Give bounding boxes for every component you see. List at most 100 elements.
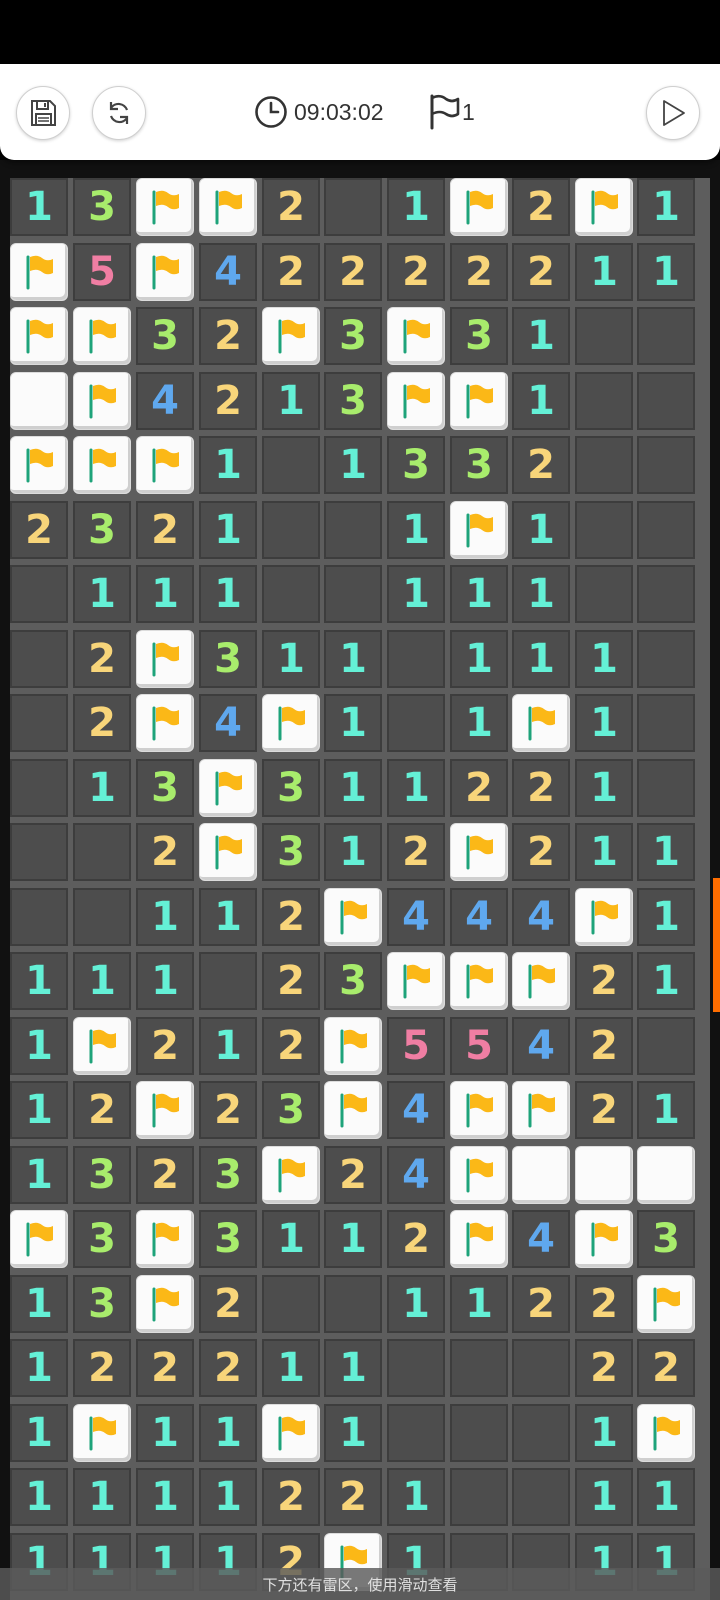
empty-cell[interactable]	[387, 1339, 445, 1397]
flagged-cell[interactable]	[324, 1081, 382, 1139]
flagged-cell[interactable]	[324, 1017, 382, 1075]
number-cell[interactable]: 1	[199, 1404, 257, 1462]
empty-cell[interactable]	[387, 630, 445, 688]
flagged-cell[interactable]	[450, 823, 508, 881]
number-cell[interactable]: 2	[136, 501, 194, 559]
empty-cell[interactable]	[10, 888, 68, 946]
number-cell[interactable]: 1	[512, 630, 570, 688]
number-cell[interactable]: 1	[637, 952, 695, 1010]
number-cell[interactable]: 1	[324, 436, 382, 494]
number-cell[interactable]: 4	[387, 1146, 445, 1204]
number-cell[interactable]: 1	[10, 1339, 68, 1397]
number-cell[interactable]: 2	[136, 1017, 194, 1075]
empty-cell[interactable]	[512, 1339, 570, 1397]
flagged-cell[interactable]	[10, 243, 68, 301]
number-cell[interactable]: 1	[575, 243, 633, 301]
scroll-indicator[interactable]	[713, 878, 720, 1012]
empty-cell[interactable]	[73, 823, 131, 881]
number-cell[interactable]: 2	[262, 243, 320, 301]
number-cell[interactable]: 1	[199, 436, 257, 494]
empty-cell[interactable]	[73, 888, 131, 946]
refresh-button[interactable]	[92, 86, 146, 140]
number-cell[interactable]: 1	[262, 1210, 320, 1268]
empty-cell[interactable]	[262, 436, 320, 494]
empty-cell[interactable]	[575, 565, 633, 623]
flagged-cell[interactable]	[10, 436, 68, 494]
flagged-cell[interactable]	[136, 178, 194, 236]
empty-cell[interactable]	[10, 565, 68, 623]
number-cell[interactable]: 2	[73, 694, 131, 752]
number-cell[interactable]: 1	[637, 1468, 695, 1526]
number-cell[interactable]: 1	[324, 1404, 382, 1462]
flagged-cell[interactable]	[450, 952, 508, 1010]
flagged-cell[interactable]	[450, 1146, 508, 1204]
flagged-cell[interactable]	[512, 694, 570, 752]
number-cell[interactable]: 1	[387, 501, 445, 559]
empty-cell[interactable]	[450, 1404, 508, 1462]
flagged-cell[interactable]	[637, 1404, 695, 1462]
number-cell[interactable]: 3	[387, 436, 445, 494]
number-cell[interactable]: 4	[387, 1081, 445, 1139]
empty-cell[interactable]	[324, 178, 382, 236]
empty-cell[interactable]	[262, 565, 320, 623]
empty-cell[interactable]	[637, 630, 695, 688]
covered-cell[interactable]	[575, 1146, 633, 1204]
number-cell[interactable]: 4	[450, 888, 508, 946]
number-cell[interactable]: 1	[512, 501, 570, 559]
flagged-cell[interactable]	[450, 372, 508, 430]
empty-cell[interactable]	[512, 1404, 570, 1462]
number-cell[interactable]: 3	[73, 1146, 131, 1204]
number-cell[interactable]: 2	[387, 1210, 445, 1268]
number-cell[interactable]: 2	[199, 307, 257, 365]
empty-cell[interactable]	[324, 501, 382, 559]
number-cell[interactable]: 1	[10, 1468, 68, 1526]
number-cell[interactable]: 2	[575, 1017, 633, 1075]
number-cell[interactable]: 2	[450, 243, 508, 301]
number-cell[interactable]: 2	[73, 630, 131, 688]
play-button[interactable]	[646, 86, 700, 140]
number-cell[interactable]: 2	[199, 1339, 257, 1397]
number-cell[interactable]: 2	[512, 436, 570, 494]
number-cell[interactable]: 4	[512, 1017, 570, 1075]
flagged-cell[interactable]	[450, 178, 508, 236]
number-cell[interactable]: 2	[387, 243, 445, 301]
empty-cell[interactable]	[10, 694, 68, 752]
number-cell[interactable]: 1	[387, 759, 445, 817]
flagged-cell[interactable]	[73, 1017, 131, 1075]
flagged-cell[interactable]	[262, 694, 320, 752]
flagged-cell[interactable]	[512, 1081, 570, 1139]
number-cell[interactable]: 1	[575, 823, 633, 881]
number-cell[interactable]: 3	[199, 1210, 257, 1268]
number-cell[interactable]: 3	[136, 307, 194, 365]
flagged-cell[interactable]	[199, 759, 257, 817]
empty-cell[interactable]	[637, 1017, 695, 1075]
flagged-cell[interactable]	[73, 372, 131, 430]
covered-cell[interactable]	[512, 1146, 570, 1204]
number-cell[interactable]: 1	[637, 178, 695, 236]
number-cell[interactable]: 3	[199, 630, 257, 688]
empty-cell[interactable]	[262, 1275, 320, 1333]
number-cell[interactable]: 2	[262, 1468, 320, 1526]
number-cell[interactable]: 1	[575, 694, 633, 752]
covered-cell[interactable]	[10, 372, 68, 430]
number-cell[interactable]: 1	[262, 372, 320, 430]
empty-cell[interactable]	[387, 694, 445, 752]
number-cell[interactable]: 2	[575, 1275, 633, 1333]
number-cell[interactable]: 1	[10, 1404, 68, 1462]
number-cell[interactable]: 1	[136, 1404, 194, 1462]
number-cell[interactable]: 1	[387, 178, 445, 236]
flagged-cell[interactable]	[575, 1210, 633, 1268]
empty-cell[interactable]	[575, 372, 633, 430]
number-cell[interactable]: 1	[136, 888, 194, 946]
number-cell[interactable]: 3	[450, 436, 508, 494]
number-cell[interactable]: 1	[73, 565, 131, 623]
flagged-cell[interactable]	[575, 888, 633, 946]
number-cell[interactable]: 1	[324, 759, 382, 817]
number-cell[interactable]: 2	[387, 823, 445, 881]
number-cell[interactable]: 2	[324, 1468, 382, 1526]
number-cell[interactable]: 4	[136, 372, 194, 430]
number-cell[interactable]: 3	[637, 1210, 695, 1268]
empty-cell[interactable]	[10, 823, 68, 881]
number-cell[interactable]: 1	[450, 565, 508, 623]
number-cell[interactable]: 5	[73, 243, 131, 301]
